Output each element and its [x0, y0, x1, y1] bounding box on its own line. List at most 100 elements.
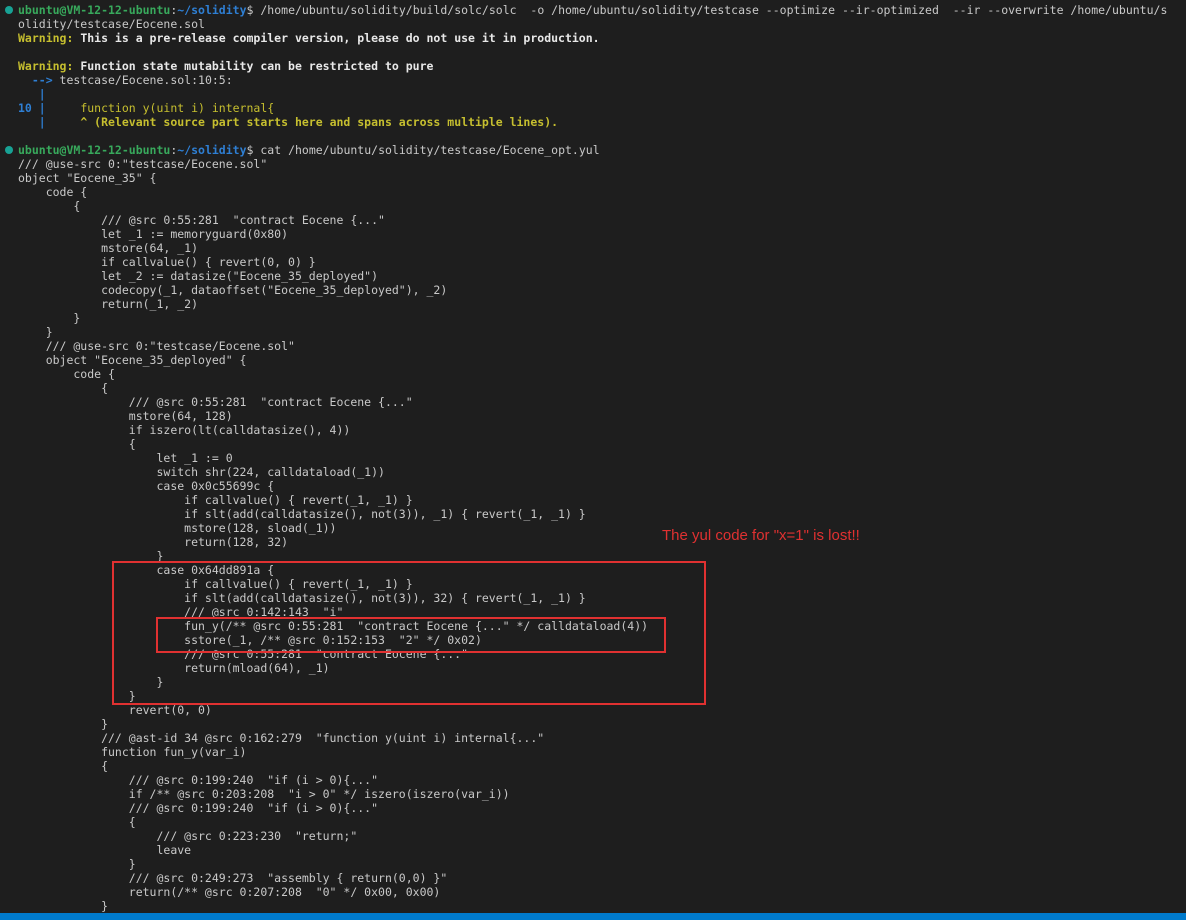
terminal-text-segment: function y(uint i) internal{ — [53, 101, 275, 115]
terminal-text-segment: Warning: — [18, 31, 73, 45]
terminal-line: | — [18, 87, 1186, 101]
terminal-line: leave — [18, 843, 1186, 857]
terminal-text-segment: object "Eocene_35" { — [18, 171, 156, 185]
terminal-line: ubuntu@VM-12-12-ubuntu:~/solidity$ cat /… — [18, 143, 1186, 157]
terminal-text-segment: if iszero(lt(calldatasize(), 4)) — [18, 423, 350, 437]
terminal-text-segment: } — [18, 311, 80, 325]
terminal-line: Warning: This is a pre-release compiler … — [18, 31, 1186, 45]
terminal-line: /// @use-src 0:"testcase/Eocene.sol" — [18, 157, 1186, 171]
terminal-text-segment: { — [18, 815, 136, 829]
terminal-line: object "Eocene_35" { — [18, 171, 1186, 185]
terminal-text-segment: testcase/Eocene.sol:10:5: — [60, 73, 233, 87]
terminal-text-segment: ubuntu@VM-12-12-ubuntu — [18, 143, 170, 157]
terminal-line: } — [18, 689, 1186, 703]
terminal-line: let _2 := datasize("Eocene_35_deployed") — [18, 269, 1186, 283]
terminal-text-segment: } — [18, 549, 163, 563]
terminal-line: } — [18, 549, 1186, 563]
terminal-text-segment: | — [18, 87, 46, 101]
terminal-text-segment: { — [18, 381, 108, 395]
terminal-line: return(128, 32) — [18, 535, 1186, 549]
terminal-line: { — [18, 199, 1186, 213]
terminal-line: function fun_y(var_i) — [18, 745, 1186, 759]
terminal-text-segment: $ — [247, 143, 261, 157]
terminal-line: } — [18, 857, 1186, 871]
terminal-text-segment: ^ (Relevant source part starts here and … — [53, 115, 558, 129]
command-decoration-dot[interactable] — [5, 146, 13, 154]
terminal-line: if iszero(lt(calldatasize(), 4)) — [18, 423, 1186, 437]
terminal-line: { — [18, 437, 1186, 451]
terminal-line: case 0x0c55699c { — [18, 479, 1186, 493]
terminal-text-segment: } — [18, 325, 53, 339]
terminal-text-segment: ~/solidity — [177, 143, 246, 157]
terminal-line: /// @use-src 0:"testcase/Eocene.sol" — [18, 339, 1186, 353]
terminal-line: { — [18, 759, 1186, 773]
terminal-line: mstore(128, sload(_1)) — [18, 521, 1186, 535]
terminal-text-segment: /// @ast-id 34 @src 0:162:279 "function … — [18, 731, 544, 745]
terminal-text-segment: leave — [18, 843, 191, 857]
terminal-line: if slt(add(calldatasize(), not(3)), _1) … — [18, 507, 1186, 521]
terminal-line: } — [18, 311, 1186, 325]
terminal-output[interactable]: ubuntu@VM-12-12-ubuntu:~/solidity$ /home… — [0, 0, 1186, 909]
terminal-text-segment: /home/ubuntu/solidity/build/solc/solc -o… — [260, 3, 1167, 17]
terminal-text-segment: { — [18, 437, 136, 451]
terminal-text-segment: /// @src 0:199:240 "if (i > 0){..." — [18, 773, 378, 787]
terminal-text-segment: if slt(add(calldatasize(), not(3)), _1) … — [18, 507, 586, 521]
terminal-text-segment: 10 | — [18, 101, 53, 115]
terminal-text-segment: ubuntu@VM-12-12-ubuntu — [18, 3, 170, 17]
terminal-text-segment: code { — [18, 367, 115, 381]
command-decoration-dot[interactable] — [5, 6, 13, 14]
terminal-line: switch shr(224, calldataload(_1)) — [18, 465, 1186, 479]
terminal-line: } — [18, 325, 1186, 339]
terminal-line: revert(0, 0) — [18, 703, 1186, 717]
terminal-text-segment: return(128, 32) — [18, 535, 288, 549]
terminal-text-segment: { — [18, 759, 108, 773]
terminal-text-segment: /// @src 0:223:230 "return;" — [18, 829, 357, 843]
terminal-line: sstore(_1, /** @src 0:152:153 "2" */ 0x0… — [18, 633, 1186, 647]
terminal-line: /// @src 0:142:143 "i" — [18, 605, 1186, 619]
terminal-line: return(/** @src 0:207:208 "0" */ 0x00, 0… — [18, 885, 1186, 899]
terminal-line: | ^ (Relevant source part starts here an… — [18, 115, 1186, 129]
terminal-line: fun_y(/** @src 0:55:281 "contract Eocene… — [18, 619, 1186, 633]
terminal-text-segment: /// @src 0:55:281 "contract Eocene {..." — [18, 647, 468, 661]
terminal-text-segment: return(/** @src 0:207:208 "0" */ 0x00, 0… — [18, 885, 440, 899]
terminal-text-segment: code { — [18, 185, 87, 199]
terminal-text-segment: } — [18, 717, 108, 731]
terminal-text-segment: let _1 := 0 — [18, 451, 233, 465]
terminal-line: if /** @src 0:203:208 "i > 0" */ iszero(… — [18, 787, 1186, 801]
terminal-text-segment: let _2 := datasize("Eocene_35_deployed") — [18, 269, 378, 283]
terminal-line: let _1 := memoryguard(0x80) — [18, 227, 1186, 241]
terminal-line: /// @src 0:199:240 "if (i > 0){..." — [18, 773, 1186, 787]
terminal-line: { — [18, 381, 1186, 395]
terminal-text-segment: codecopy(_1, dataoffset("Eocene_35_deplo… — [18, 283, 447, 297]
terminal-line: codecopy(_1, dataoffset("Eocene_35_deplo… — [18, 283, 1186, 297]
terminal-text-segment: fun_y(/** @src 0:55:281 "contract Eocene… — [18, 619, 648, 633]
terminal-text-segment: | — [18, 115, 53, 129]
terminal-text-segment: if callvalue() { revert(_1, _1) } — [18, 493, 413, 507]
terminal-text-segment: /// @src 0:55:281 "contract Eocene {..." — [18, 213, 385, 227]
terminal-text-segment: /// @src 0:199:240 "if (i > 0){..." — [18, 801, 378, 815]
terminal-text-segment: --> — [18, 73, 60, 87]
terminal-text-segment: mstore(64, 128) — [18, 409, 233, 423]
terminal-text-segment: if callvalue() { revert(0, 0) } — [18, 255, 316, 269]
terminal-line: } — [18, 717, 1186, 731]
terminal-text-segment: return(mload(64), _1) — [18, 661, 330, 675]
terminal-line: } — [18, 675, 1186, 689]
terminal-text-segment: case 0x64dd891a { — [18, 563, 274, 577]
terminal-line: return(mload(64), _1) — [18, 661, 1186, 675]
terminal-text-segment: mstore(128, sload(_1)) — [18, 521, 337, 535]
terminal-line: /// @src 0:55:281 "contract Eocene {..." — [18, 395, 1186, 409]
terminal-line: code { — [18, 185, 1186, 199]
terminal-line: if callvalue() { revert(0, 0) } — [18, 255, 1186, 269]
terminal-text-segment: ~/solidity — [177, 3, 246, 17]
terminal-text-segment: /// @use-src 0:"testcase/Eocene.sol" — [18, 157, 267, 171]
terminal-text-segment: } — [18, 857, 136, 871]
terminal-text-segment: This is a pre-release compiler version, … — [73, 31, 599, 45]
terminal-line — [18, 45, 1186, 59]
terminal-text-segment: olidity/testcase/Eocene.sol — [18, 17, 205, 31]
terminal-line: ubuntu@VM-12-12-ubuntu:~/solidity$ /home… — [18, 3, 1186, 17]
terminal-line: /// @src 0:199:240 "if (i > 0){..." — [18, 801, 1186, 815]
terminal-line: } — [18, 899, 1186, 913]
terminal-text-segment: } — [18, 689, 136, 703]
terminal-text-segment: if callvalue() { revert(_1, _1) } — [18, 577, 413, 591]
terminal-line: if slt(add(calldatasize(), not(3)), 32) … — [18, 591, 1186, 605]
